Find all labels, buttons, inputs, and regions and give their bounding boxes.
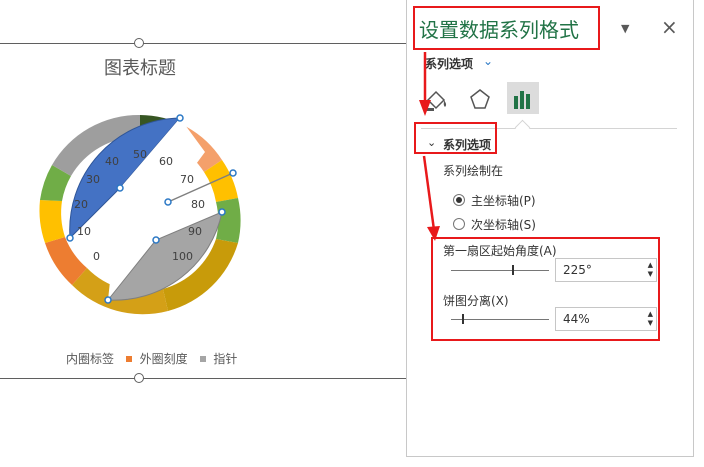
annotation-arrows [419,52,440,241]
